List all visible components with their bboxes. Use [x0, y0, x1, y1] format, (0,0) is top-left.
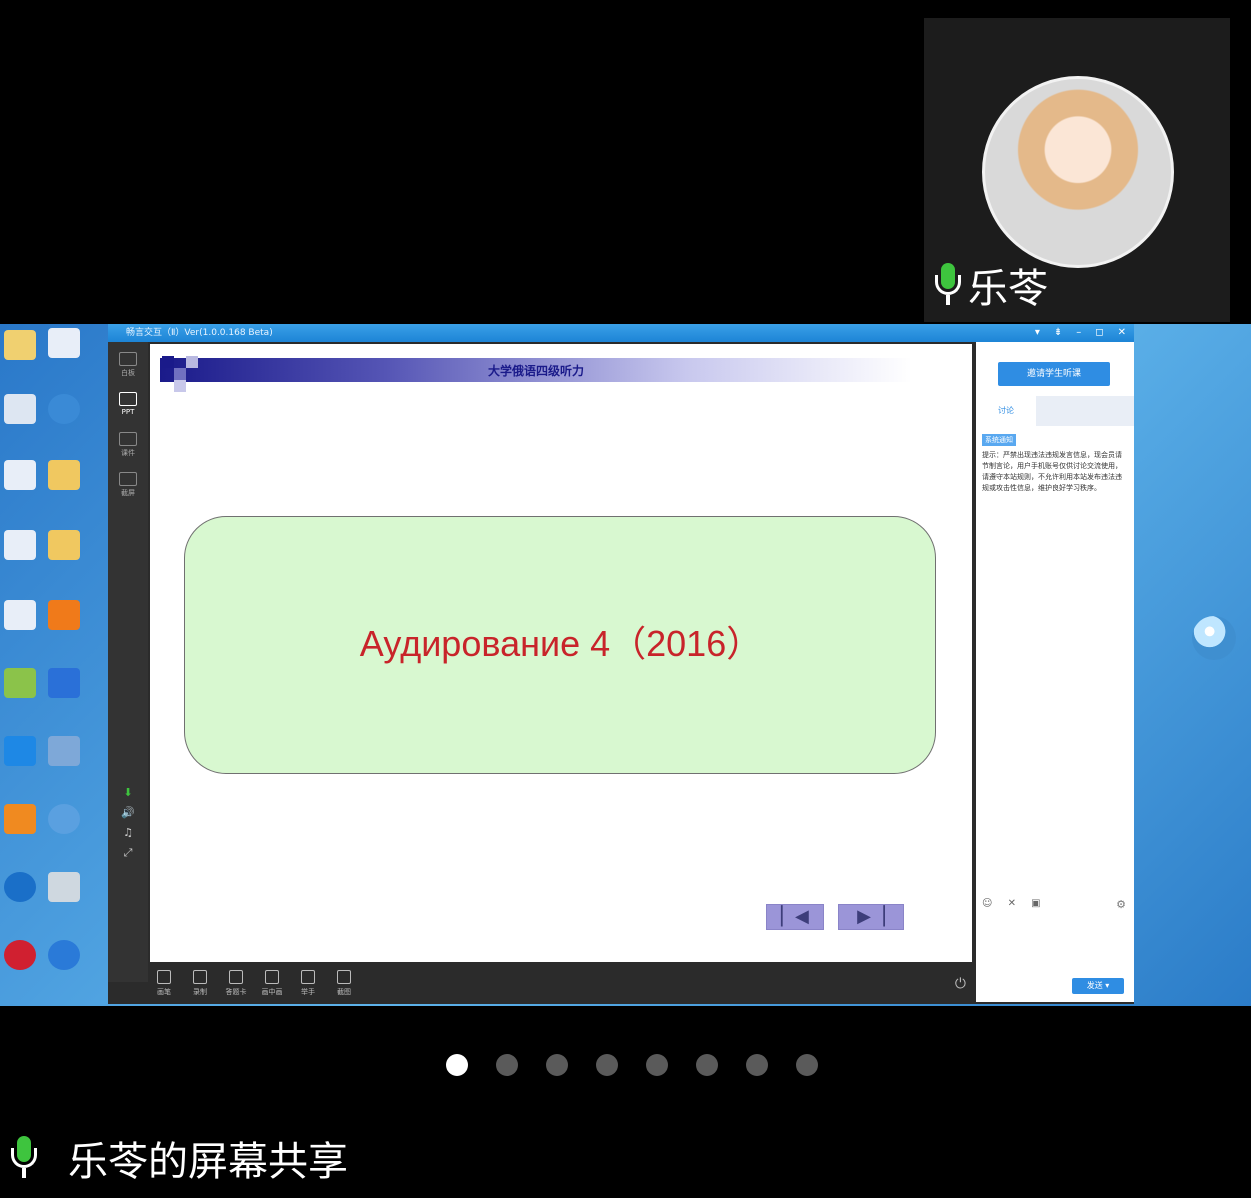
prev-slide-button[interactable]: ▏◀ [766, 904, 824, 930]
participant-video-tile[interactable]: 乐苓 [924, 18, 1230, 322]
app-icon[interactable] [4, 940, 36, 970]
minimize-icon[interactable]: – [1076, 324, 1081, 342]
header-pixel [174, 380, 186, 392]
header-pixel [186, 356, 198, 368]
header-pixel [162, 356, 174, 368]
pin-icon[interactable]: ⇟ [1054, 324, 1062, 342]
camera-icon [119, 472, 137, 486]
computer-icon[interactable] [48, 736, 80, 766]
page-indicator [446, 1054, 818, 1076]
page-dot[interactable] [746, 1054, 768, 1076]
microphone-icon [934, 263, 962, 307]
bottom-toolbar: 画笔 录制 答题卡 画中画 举手 截图 ⏻ [148, 964, 972, 1004]
ppt-icon [119, 392, 137, 406]
answer-card-icon [229, 970, 243, 984]
play-icon [119, 432, 137, 446]
document-icon[interactable] [4, 600, 36, 630]
page-dot[interactable] [796, 1054, 818, 1076]
power-icon[interactable]: ⏻ [955, 976, 966, 992]
slide-header-title: 大学俄语四级听力 [488, 364, 585, 378]
next-slide-button[interactable]: ▶▕ [838, 904, 904, 930]
discussion-panel: 邀请学生听课 讨论 系统通知 提示：严禁出现违法违规发言信息，现会员请节制言论，… [976, 342, 1134, 1002]
folder-icon[interactable] [48, 460, 80, 490]
record-icon [193, 970, 207, 984]
courseware-tool[interactable]: 课件 [114, 432, 142, 458]
microphone-icon [10, 1136, 38, 1180]
browser-icon[interactable] [4, 872, 36, 902]
word-icon[interactable] [48, 328, 80, 358]
system-notice-badge: 系统通知 [982, 434, 1016, 446]
record-tool[interactable]: 录制 [186, 970, 214, 997]
desktop-icon[interactable] [4, 394, 36, 424]
volume-icon[interactable]: 🔊 [114, 806, 142, 819]
music-icon[interactable]: ♫ [114, 826, 142, 839]
chat-input-tools[interactable]: ☺ ✕ ▣ [982, 898, 1047, 909]
fullscreen-icon[interactable]: ⤢ [114, 846, 142, 860]
gear-icon[interactable]: ⚙ [1116, 898, 1126, 911]
whiteboard-tool[interactable]: 白板 [114, 352, 142, 378]
wallpaper-droplet [1192, 616, 1236, 660]
answer-card-tool[interactable]: 答题卡 [222, 970, 250, 997]
raise-hand-tool[interactable]: 举手 [294, 970, 322, 997]
desktop-icons [0, 324, 110, 1006]
screen-share-label: 乐苓的屏幕共享 [68, 1139, 348, 1185]
screen-share-label-row: 乐苓的屏幕共享 [10, 1128, 348, 1188]
page-dot[interactable] [546, 1054, 568, 1076]
desktop-icon[interactable] [4, 330, 36, 360]
page-dot[interactable] [646, 1054, 668, 1076]
pdf-icon[interactable] [4, 804, 36, 834]
dropdown-icon[interactable]: ▾ [1035, 324, 1040, 342]
mic-status-icon[interactable]: ⬇ [114, 786, 142, 799]
pip-tool[interactable]: 画中画 [258, 970, 286, 997]
page-dot[interactable] [696, 1054, 718, 1076]
internet-explorer-icon[interactable] [48, 940, 80, 970]
scissors-icon[interactable] [48, 600, 80, 630]
mindmap-icon[interactable] [4, 668, 36, 698]
screenshot-icon [337, 970, 351, 984]
send-button[interactable]: 发送 ▾ [1072, 978, 1124, 994]
ppt-tool[interactable]: PPT [114, 392, 142, 416]
window-title: 畅言交互（Ⅱ）Ver(1.0.0.168 Beta) [126, 328, 273, 338]
panel-tabs: 讨论 [976, 396, 1134, 426]
pen-icon [157, 970, 171, 984]
folder-icon[interactable] [48, 530, 80, 560]
whiteboard-icon [119, 352, 137, 366]
slide-main-title: Аудирование 4（2016） [359, 623, 763, 664]
webcam-icon[interactable] [48, 394, 80, 424]
presentation-slide: 大学俄语四级听力 Аудирование 4（2016） ▏◀ ▶▕ [150, 344, 972, 962]
cloud-icon[interactable] [48, 668, 80, 698]
invite-students-button[interactable]: 邀请学生听课 [998, 362, 1110, 386]
skip-forward-icon: ▶▕ [857, 906, 885, 927]
shared-screen: 畅言交互（Ⅱ）Ver(1.0.0.168 Beta) ▾ ⇟ – ◻ ✕ 白板 … [0, 324, 1251, 1006]
document-icon[interactable] [4, 530, 36, 560]
skip-back-icon: ▏◀ [781, 906, 809, 927]
pen-tool[interactable]: 画笔 [150, 970, 178, 997]
header-pixel [174, 368, 186, 380]
restore-icon[interactable]: ◻ [1095, 324, 1103, 342]
document-icon[interactable] [4, 460, 36, 490]
window-controls: ▾ ⇟ – ◻ ✕ [1035, 324, 1126, 342]
recycle-bin-icon[interactable] [48, 872, 80, 902]
close-icon[interactable]: ✕ [1118, 324, 1126, 342]
network-icon[interactable] [48, 804, 80, 834]
page-dot[interactable] [496, 1054, 518, 1076]
capture-tool[interactable]: 截屏 [114, 472, 142, 498]
participant-avatar [982, 76, 1174, 268]
participant-name-row: 乐苓 [934, 258, 1048, 312]
page-dot[interactable] [596, 1054, 618, 1076]
pip-icon [265, 970, 279, 984]
page-dot[interactable] [446, 1054, 468, 1076]
slide-title-box: Аудирование 4（2016） [184, 516, 936, 774]
left-toolbar: 白板 PPT 课件 截屏 ⬇ 🔊 ♫ ⤢ [108, 342, 148, 982]
screenshot-tool[interactable]: 截图 [330, 970, 358, 997]
tab-discussion[interactable]: 讨论 [976, 396, 1036, 426]
window-titlebar: 畅言交互（Ⅱ）Ver(1.0.0.168 Beta) ▾ ⇟ – ◻ ✕ [108, 324, 1134, 342]
app-icon[interactable] [4, 736, 36, 766]
system-notice-text: 提示：严禁出现违法违规发言信息，现会员请节制言论，用户手机账号仅供讨论交流使用，… [982, 451, 1122, 492]
classroom-app-window: 畅言交互（Ⅱ）Ver(1.0.0.168 Beta) ▾ ⇟ – ◻ ✕ 白板 … [108, 324, 1134, 1004]
participant-name: 乐苓 [968, 266, 1048, 312]
hand-icon [301, 970, 315, 984]
